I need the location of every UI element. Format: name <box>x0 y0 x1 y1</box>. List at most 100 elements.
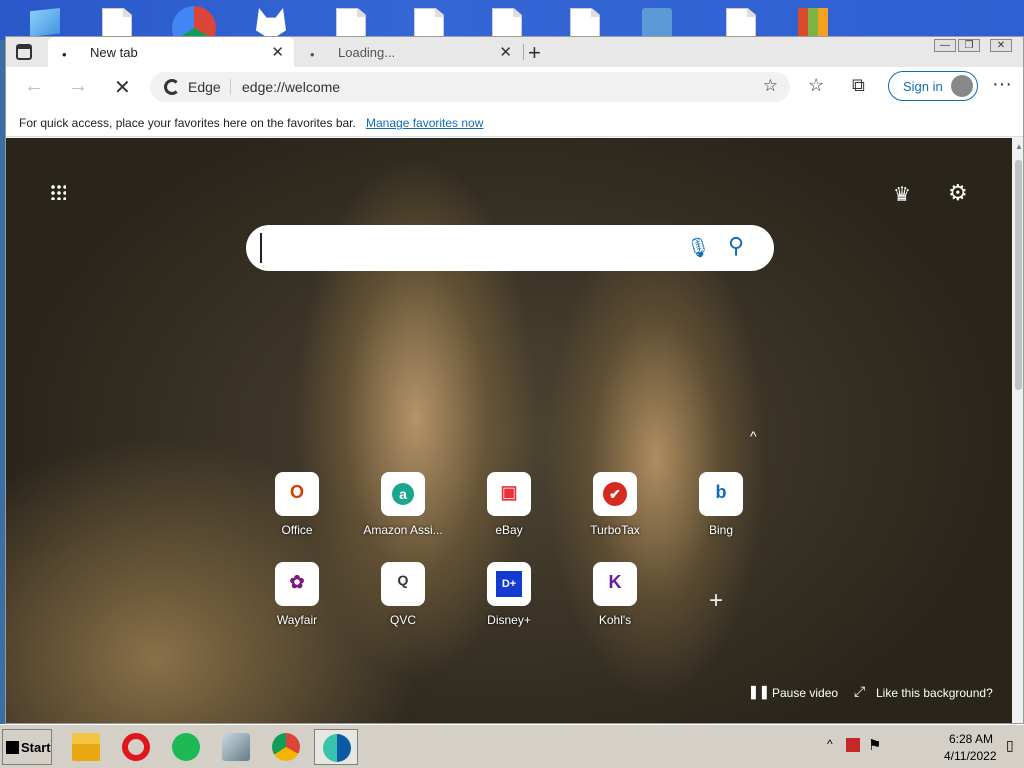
collapse-quick-links-icon[interactable]: ^ <box>750 428 757 444</box>
taskbar-opera[interactable] <box>114 729 158 765</box>
quick-link-ebay[interactable]: ▣ eBay <box>464 472 554 542</box>
minimize-button[interactable]: — <box>934 39 956 52</box>
address-url[interactable]: edge://welcome <box>242 79 340 95</box>
quick-link-office[interactable]: O Office <box>252 472 342 542</box>
action-center-flag-icon[interactable]: ⚑ <box>868 736 881 754</box>
site-icon: ✔ <box>593 472 637 516</box>
expand-icon[interactable]: ⤢ <box>854 683 865 700</box>
pause-icon[interactable]: ❚❚ <box>748 684 770 700</box>
wayfair-icon: ✿ <box>289 572 305 592</box>
quick-link-label: Kohl's <box>598 613 632 627</box>
address-bar[interactable]: Edge edge://welcome ☆ <box>150 72 790 102</box>
opera-icon <box>122 733 150 761</box>
collections-icon[interactable]: ⧉ <box>852 75 865 96</box>
like-background-button[interactable]: Like this background? <box>876 686 993 700</box>
page-scrollbar[interactable]: ▲ <box>1012 138 1023 723</box>
rewards-icon[interactable]: ♛ <box>893 182 911 207</box>
site-icon: a <box>381 472 425 516</box>
site-icon: O <box>275 472 319 516</box>
taskbar: Start ^ ⚑ 6:28 AM 4/11/2022 ▯ <box>0 724 1024 768</box>
kohls-icon: K <box>608 572 622 592</box>
scroll-up-icon[interactable]: ▲ <box>1015 142 1023 151</box>
quick-link-label: eBay <box>495 523 523 537</box>
quick-link-label: Office <box>281 523 313 537</box>
office-icon: O <box>289 482 304 502</box>
clock-date[interactable]: 4/11/2022 <box>944 749 997 763</box>
quick-link-amazon[interactable]: a Amazon Assi... <box>358 472 448 542</box>
quick-link-disney-plus[interactable]: D+ Disney+ <box>464 562 554 632</box>
tab-favicon: • <box>62 47 67 62</box>
site-icon: b <box>699 472 743 516</box>
tab-favicon: • <box>310 47 315 62</box>
search-input[interactable] <box>260 233 660 263</box>
tab-label: New tab <box>90 45 138 60</box>
quick-link-kohls[interactable]: K Kohl's <box>570 562 660 632</box>
back-icon[interactable]: ← <box>24 75 44 98</box>
more-menu-icon[interactable]: ··· <box>992 73 1012 96</box>
ebay-icon: ▣ <box>500 482 518 502</box>
pause-video-button[interactable]: Pause video <box>772 686 838 700</box>
address-toolbar: ← → ✕ Edge edge://welcome ☆ ☆ ⧉ Sign in … <box>6 67 1023 107</box>
scrollbar-thumb[interactable] <box>1015 160 1022 390</box>
quick-link-bing[interactable]: b Bing <box>676 472 766 542</box>
site-icon: D+ <box>487 562 531 606</box>
app-launcher-icon[interactable] <box>50 184 66 200</box>
manage-favorites-link[interactable]: Manage favorites now <box>366 116 483 130</box>
quick-link-label: Bing <box>708 523 734 537</box>
quick-link-label: QVC <box>389 613 416 627</box>
add-favorite-icon[interactable]: ☆ <box>763 76 778 96</box>
quick-link-label: TurboTax <box>590 523 640 537</box>
amazon-assistant-icon: a <box>392 483 414 505</box>
taskbar-file-explorer[interactable] <box>64 729 108 765</box>
start-button[interactable]: Start <box>2 729 52 765</box>
qvc-icon: Q <box>397 572 409 588</box>
close-tab-icon[interactable]: ✕ <box>499 43 512 61</box>
edge-icon <box>323 734 351 762</box>
forward-icon[interactable]: → <box>68 75 88 98</box>
taskbar-control-panel[interactable] <box>214 729 258 765</box>
chrome-icon <box>272 733 300 761</box>
tab-new-tab[interactable]: • New tab ✕ <box>48 37 294 67</box>
favorites-bar: For quick access, place your favorites h… <box>6 107 1023 137</box>
new-tab-page: ♛ ⚙ 🎙 ⚲ ^ O Office a Amazon Assi... ▣ eB… <box>6 138 1012 723</box>
site-icon: K <box>593 562 637 606</box>
avatar <box>951 75 973 97</box>
sign-in-button[interactable]: Sign in <box>888 71 978 101</box>
quick-link-turbotax[interactable]: ✔ TurboTax <box>570 472 660 542</box>
control-panel-icon <box>222 733 250 761</box>
quick-link-qvc[interactable]: Q QVC <box>358 562 448 632</box>
show-hidden-icons[interactable]: ^ <box>827 737 833 751</box>
tab-separator <box>523 44 524 60</box>
folder-icon <box>72 733 100 761</box>
start-label: Start <box>21 740 51 755</box>
close-window-button[interactable]: ✕ <box>990 39 1012 52</box>
tab-loading[interactable]: • Loading... ✕ <box>296 37 522 67</box>
edge-logo-icon <box>164 79 180 95</box>
microphone-icon[interactable]: 🎙 <box>686 236 710 260</box>
taskbar-spotify[interactable] <box>164 729 208 765</box>
address-brand: Edge <box>188 79 221 95</box>
antivirus-tray-icon[interactable] <box>846 738 860 752</box>
spotify-icon <box>172 733 200 761</box>
search-icon[interactable]: ⚲ <box>728 233 744 259</box>
taskbar-chrome[interactable] <box>264 729 308 765</box>
settings-icon[interactable]: ⚙ <box>948 180 968 206</box>
tab-actions-icon[interactable] <box>16 44 32 60</box>
show-desktop-icon[interactable]: ▯ <box>1006 737 1014 754</box>
quick-link-wayfair[interactable]: ✿ Wayfair <box>252 562 342 632</box>
edge-browser-window: • New tab ✕ • Loading... ✕ + — ❐ ✕ ← → ✕… <box>5 36 1024 724</box>
favorites-bar-message: For quick access, place your favorites h… <box>19 116 356 130</box>
restore-button[interactable]: ❐ <box>958 39 980 52</box>
disney-plus-icon: D+ <box>496 571 522 597</box>
taskbar-edge[interactable] <box>314 729 358 765</box>
desktop-icon-strip <box>0 0 1024 50</box>
windows-logo-icon <box>6 741 19 754</box>
close-tab-icon[interactable]: ✕ <box>271 43 284 61</box>
favorites-icon[interactable]: ☆ <box>808 75 824 96</box>
stop-loading-icon[interactable]: ✕ <box>114 75 131 100</box>
add-site-icon[interactable]: + <box>709 587 723 615</box>
site-icon: ✿ <box>275 562 319 606</box>
web-search-box: 🎙 ⚲ <box>246 225 774 271</box>
clock-time[interactable]: 6:28 AM <box>949 732 993 746</box>
new-tab-button[interactable]: + <box>528 40 541 66</box>
